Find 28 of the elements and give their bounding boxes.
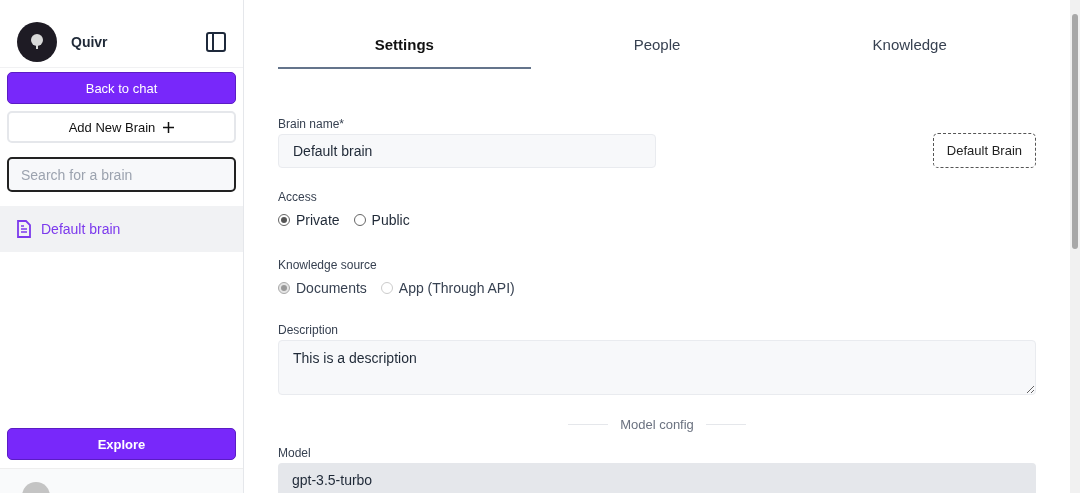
tree-logo-icon (17, 22, 57, 62)
back-to-chat-button[interactable]: Back to chat (7, 72, 236, 104)
brain-item[interactable]: Default brain (0, 206, 243, 252)
tab[interactable]: Settings (278, 26, 531, 69)
plus-icon (163, 121, 175, 133)
field-label: Brain name* (278, 117, 346, 131)
add-brain-button[interactable]: Add New Brain (7, 111, 236, 143)
radio-option: App (Through API) (380, 280, 515, 296)
field-label: Description (278, 323, 340, 337)
field-label: Knowledge source (278, 258, 378, 272)
section-title: Model config (620, 417, 694, 432)
radio-option[interactable]: Private (278, 212, 340, 228)
model-select[interactable]: gpt-3.5-turbo (278, 463, 1036, 493)
field-label: Access (278, 190, 318, 204)
app-name: Quivr (71, 34, 109, 50)
tab[interactable]: Knowledge (783, 26, 1036, 69)
sidebar-toggle-icon[interactable] (206, 32, 226, 52)
description-field[interactable]: This is a description (278, 340, 1036, 395)
brain-name-field[interactable]: Default brain (278, 134, 656, 168)
explore-button[interactable]: Explore (7, 428, 236, 460)
scrollbar-thumb[interactable] (1072, 14, 1078, 249)
document-icon (16, 220, 32, 238)
tab[interactable]: People (530, 26, 784, 69)
search-field[interactable]: Search for a brain (7, 157, 236, 192)
default-brain-button[interactable]: Default Brain (932, 133, 1036, 168)
field-label: Model (278, 446, 312, 460)
radio-option: Documents (278, 280, 367, 296)
radio-option[interactable]: Public (353, 212, 410, 228)
